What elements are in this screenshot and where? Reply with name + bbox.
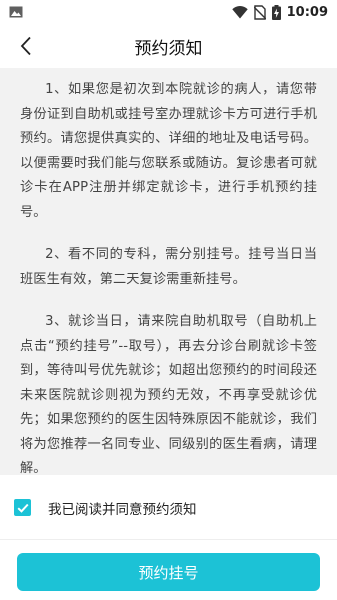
agreement-row[interactable]: 我已阅读并同意预约须知 <box>0 476 337 540</box>
notice-paragraph-3: 3、就诊当日，请来院自助机取号（自助机上点击“预约挂号”--取号），再去分诊台刷… <box>20 314 317 476</box>
status-bar: 10:09 <box>0 0 337 24</box>
chevron-left-icon <box>20 36 32 56</box>
page-title: 预约须知 <box>134 38 203 59</box>
wifi-icon <box>231 5 248 19</box>
status-time: 10:09 <box>286 4 328 20</box>
agree-label: 我已阅读并同意预约须知 <box>48 501 197 518</box>
notice-paragraph-2: 2、看不同的专科，需分别挂号。挂号当日当班医生有效，第二天复诊需重新挂号。 <box>20 247 317 287</box>
no-sim-icon <box>253 4 266 20</box>
agree-checkbox[interactable] <box>14 499 31 516</box>
book-appointment-button[interactable]: 预约挂号 <box>17 553 320 591</box>
bottom-action-area: 预约挂号 <box>0 541 337 600</box>
notice-content: 1、如果您是初次到本院就诊的病人，请您带身份证到自助机或挂号室办理就诊卡方可进行… <box>0 68 337 476</box>
back-button[interactable] <box>10 30 42 62</box>
navigation-bar: 预约须知 <box>0 24 337 68</box>
battery-charging-icon <box>271 4 281 20</box>
notice-paragraph-1: 1、如果您是初次到本院就诊的病人，请您带身份证到自助机或挂号室办理就诊卡方可进行… <box>20 82 317 220</box>
image-notification-icon <box>9 6 23 18</box>
checkmark-icon <box>17 503 29 513</box>
